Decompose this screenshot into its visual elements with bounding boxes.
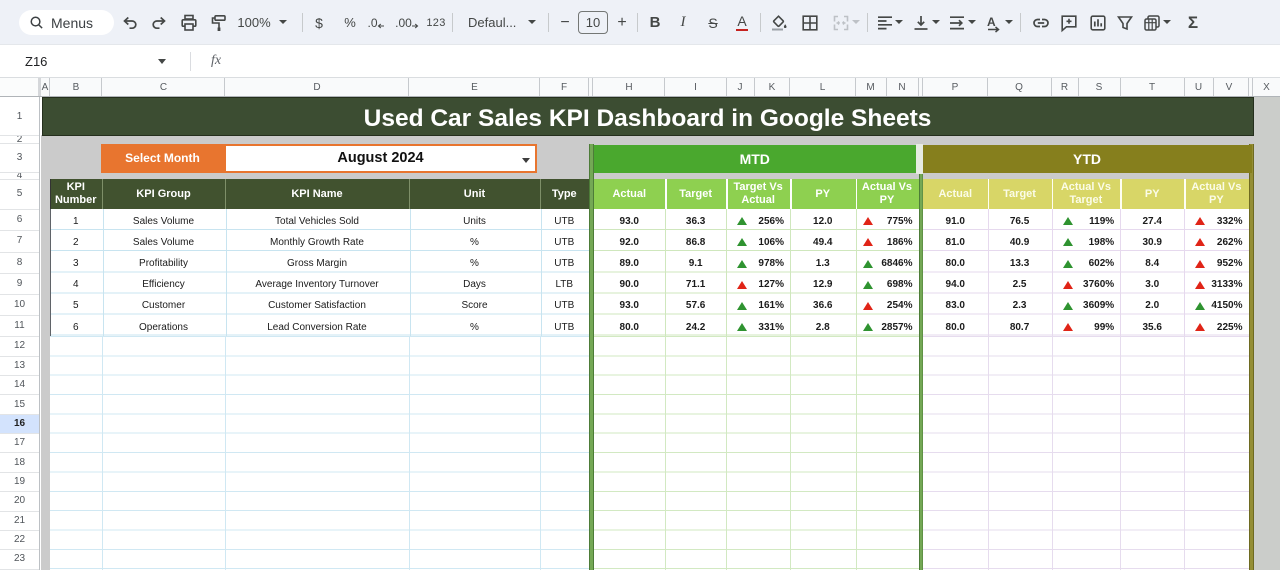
svg-text:A: A [987, 15, 996, 29]
